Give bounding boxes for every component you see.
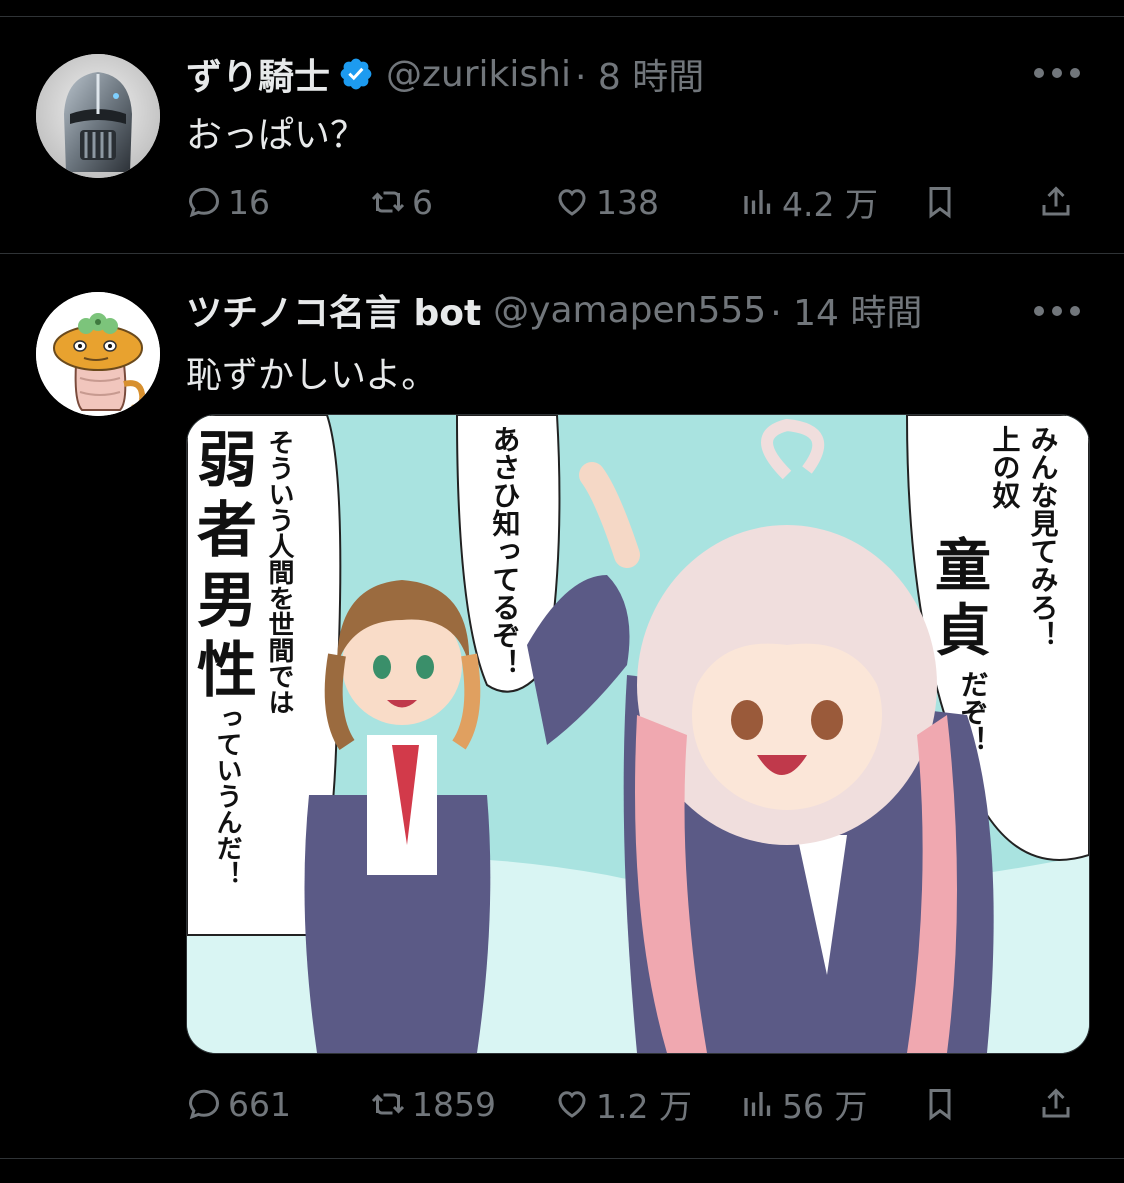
tweet-image[interactable]: そういう人間を世間では 弱 者 男 性 っていうんだ！ あさひ知ってるぞ！ みん… [186,414,1090,1054]
views-chart-icon [744,1092,771,1116]
bookmark-icon [929,1089,951,1121]
bookmark-icon [929,187,951,219]
verified-badge-icon [340,58,372,90]
more-options-icon[interactable] [1034,304,1080,318]
tsuchinoko-mascot-icon [36,292,160,416]
retweet-count: 6 [412,182,433,222]
avatar[interactable] [36,292,160,416]
share-button[interactable] [1038,1080,1080,1128]
bottom-divider [0,1158,1124,1159]
tweet-1[interactable]: ずり騎士 @zurikishi · 8 時間 おっぱい？ 16 6 138 4.… [0,0,1124,252]
view-count: 56 万 [782,1087,868,1126]
like-count: 138 [596,182,659,222]
display-name[interactable]: ツチノコ名言 bot [186,284,481,336]
bubble-left-char-1: 弱 [197,426,257,496]
reply-count: 16 [228,182,270,222]
action-bar: 16 6 138 4.2 万 [186,178,1086,226]
bubble-right-char-1: 童 [935,534,991,599]
display-name[interactable]: ずり騎士 [186,48,330,100]
tweet-text: おっぱい？ [186,115,367,156]
manga-panel-image: そういう人間を世間では 弱 者 男 性 っていうんだ！ あさひ知ってるぞ！ みん… [187,415,1089,1053]
retweet-button[interactable]: 1859 [370,1080,496,1128]
like-count: 1.2 万 [596,1087,692,1126]
share-button[interactable] [1038,178,1080,226]
reply-icon [188,1089,220,1120]
bookmark-button[interactable] [922,1080,964,1128]
reply-icon [188,187,220,218]
retweet-button[interactable]: 6 [370,178,433,226]
handle[interactable]: @zurikishi [386,54,571,95]
handle[interactable]: @yamapen555 [493,290,766,331]
bubble-right-line-1: みんな見てみろ！ [1027,425,1060,649]
reply-button[interactable]: 661 [186,1080,291,1128]
heart-icon [558,189,586,216]
like-button[interactable]: 138 [554,178,659,226]
retweet-count: 1859 [412,1084,496,1124]
tweet-text: 恥ずかしいよ。 [186,355,438,396]
bubble-left-char-3: 男 [197,566,257,636]
share-icon [1042,186,1070,216]
timestamp[interactable]: · 14 時間 [770,284,922,336]
bubble-middle-text: あさひ知ってるぞ！ [489,425,522,677]
tweet-2[interactable]: ツチノコ名言 bot @yamapen555 · 14 時間 恥ずかしいよ。 そ… [0,254,1124,1159]
tweet-header: ツチノコ名言 bot @yamapen555 · 14 時間 [186,288,922,335]
knight-helmet-icon [36,54,160,178]
heart-icon [558,1091,586,1118]
more-options-icon[interactable] [1034,66,1080,80]
view-count: 4.2 万 [782,185,878,224]
reply-count: 661 [228,1084,291,1124]
bubble-right-line-2: 上の奴 [989,425,1022,510]
like-button[interactable]: 1.2 万 [554,1080,692,1128]
bubble-left-small: そういう人間を世間では [264,429,294,715]
reply-button[interactable]: 16 [186,178,270,226]
share-icon [1042,1088,1070,1118]
action-bar: 661 1859 1.2 万 56 万 [186,1080,1086,1128]
views-button[interactable]: 56 万 [740,1080,867,1128]
bubble-left-char-4: 性 [197,636,257,706]
tweet-header: ずり騎士 @zurikishi · 8 時間 [186,52,704,99]
views-button[interactable]: 4.2 万 [740,178,878,226]
bubble-left-char-2: 者 [197,496,257,566]
views-chart-icon [744,190,771,214]
avatar[interactable] [36,54,160,178]
bookmark-button[interactable] [922,178,964,226]
bubble-left-tail: っていうんだ！ [212,705,242,887]
retweet-icon [371,1093,405,1115]
retweet-icon [371,191,405,213]
timestamp[interactable]: · 8 時間 [575,48,704,100]
bubble-right-char-2: 貞 [935,599,991,664]
